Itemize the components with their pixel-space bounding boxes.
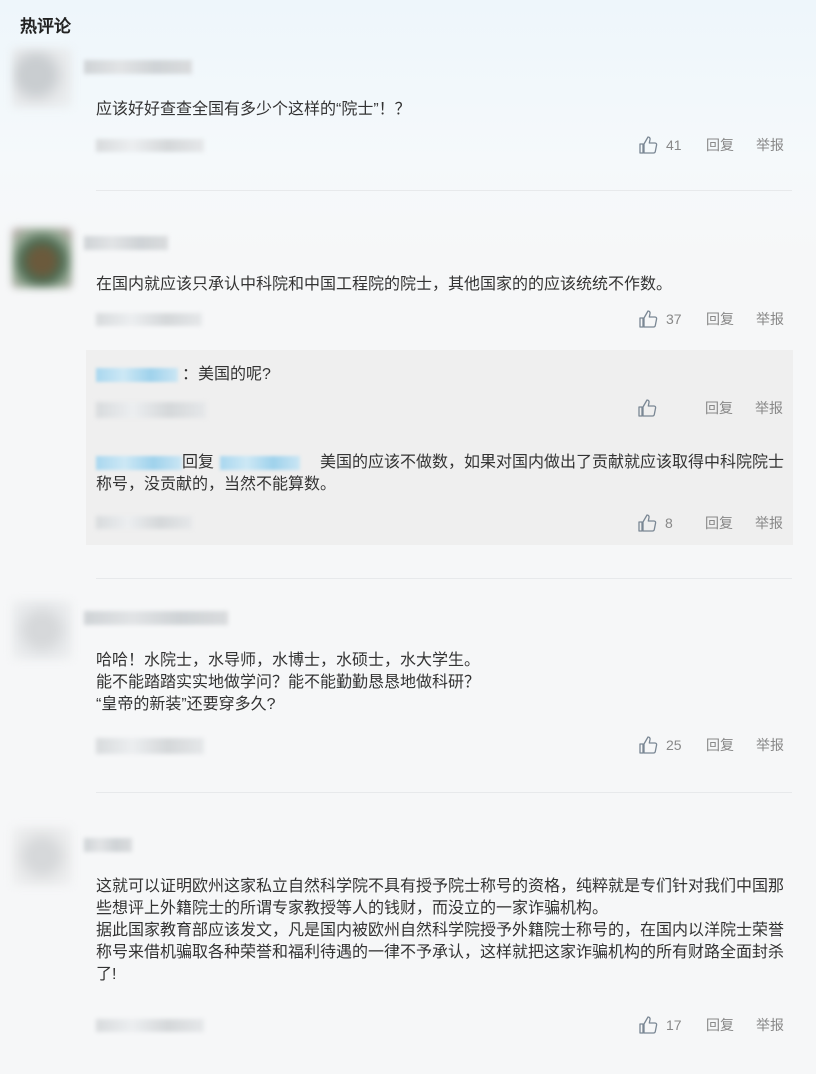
like-count: 17 <box>666 1017 682 1033</box>
thumbs-up-icon <box>639 736 658 754</box>
avatar[interactable] <box>12 826 72 886</box>
reply-actions: 回复 举报 <box>637 398 783 418</box>
like-button[interactable]: 8 <box>637 513 683 533</box>
avatar[interactable] <box>12 48 72 108</box>
divider <box>96 190 792 191</box>
thumbs-up-icon <box>639 1016 658 1034</box>
thumbs-up-icon <box>639 136 658 154</box>
report-button[interactable]: 举报 <box>755 398 783 418</box>
avatar[interactable] <box>12 228 72 288</box>
like-button[interactable]: 41 <box>638 135 684 155</box>
reply-button[interactable]: 回复 <box>705 398 733 418</box>
like-button[interactable] <box>637 398 683 418</box>
divider <box>96 578 792 579</box>
reply-button[interactable]: 回复 <box>706 735 734 755</box>
thumbs-up-icon <box>638 399 657 417</box>
comment-actions: 17 回复 举报 <box>638 1015 784 1035</box>
like-button[interactable]: 25 <box>638 735 684 755</box>
divider <box>96 792 792 793</box>
thumbs-up-icon <box>639 310 658 328</box>
comment-text: 应该好好查查全国有多少个这样的“院士”！？ <box>96 101 411 118</box>
like-count: 41 <box>666 137 682 153</box>
comment-actions: 41 回复 举报 <box>638 135 784 155</box>
reply-username-blurred[interactable] <box>96 368 178 382</box>
avatar[interactable] <box>12 600 72 660</box>
comment-text: 在国内就应该只承认中科院和中国工程院的院士，其他国家的的应该统统不作数。 <box>96 276 673 293</box>
comment-actions: 37 回复 举报 <box>638 309 784 329</box>
report-button[interactable]: 举报 <box>756 735 784 755</box>
username-blurred[interactable] <box>84 236 168 250</box>
reply-timestamp-blurred <box>96 402 206 418</box>
reply-button[interactable]: 回复 <box>706 1015 734 1035</box>
reply-text: ：美国的呢? <box>182 366 271 383</box>
reply-button[interactable]: 回复 <box>705 513 733 533</box>
like-button[interactable]: 37 <box>638 309 684 329</box>
username-blurred[interactable] <box>84 60 192 74</box>
reply-timestamp-blurred <box>96 516 192 529</box>
like-button[interactable]: 17 <box>638 1015 684 1035</box>
report-button[interactable]: 举报 <box>756 1015 784 1035</box>
thumbs-up-icon <box>638 514 657 532</box>
reply-actions: 8 回复 举报 <box>637 513 783 533</box>
username-blurred[interactable] <box>84 611 228 625</box>
timestamp-blurred <box>96 139 204 152</box>
timestamp-blurred <box>96 313 202 326</box>
section-title: 热评论 <box>20 17 71 36</box>
reply-button[interactable]: 回复 <box>706 135 734 155</box>
like-count: 8 <box>665 515 673 531</box>
username-blurred[interactable] <box>84 838 132 852</box>
replies-box: ：美国的呢? 回复 举报 回复 美国的应该不做数，如果对国内做出了贡献就应该取得… <box>86 350 793 545</box>
reply-button[interactable]: 回复 <box>706 309 734 329</box>
comment-text: 哈哈！水院士，水导师，水博士，水硕士，水大学生。 能不能踏踏实实地做学问？能不能… <box>96 652 481 713</box>
like-count: 25 <box>666 737 682 753</box>
comment-text: 这就可以证明欧州这家私立自然科学院不具有授予院士称号的资格，纯粹就是专们针对我们… <box>96 878 785 983</box>
timestamp-blurred <box>96 1019 204 1032</box>
comment-actions: 25 回复 举报 <box>638 735 784 755</box>
reply-text: 美国的应该不做数，如果对国内做出了贡献就应该取得中科院院士称号，没贡献的，当然不… <box>96 454 785 493</box>
like-count: 37 <box>666 311 682 327</box>
report-button[interactable]: 举报 <box>756 135 784 155</box>
report-button[interactable]: 举报 <box>755 513 783 533</box>
report-button[interactable]: 举报 <box>756 309 784 329</box>
timestamp-blurred <box>96 738 204 754</box>
